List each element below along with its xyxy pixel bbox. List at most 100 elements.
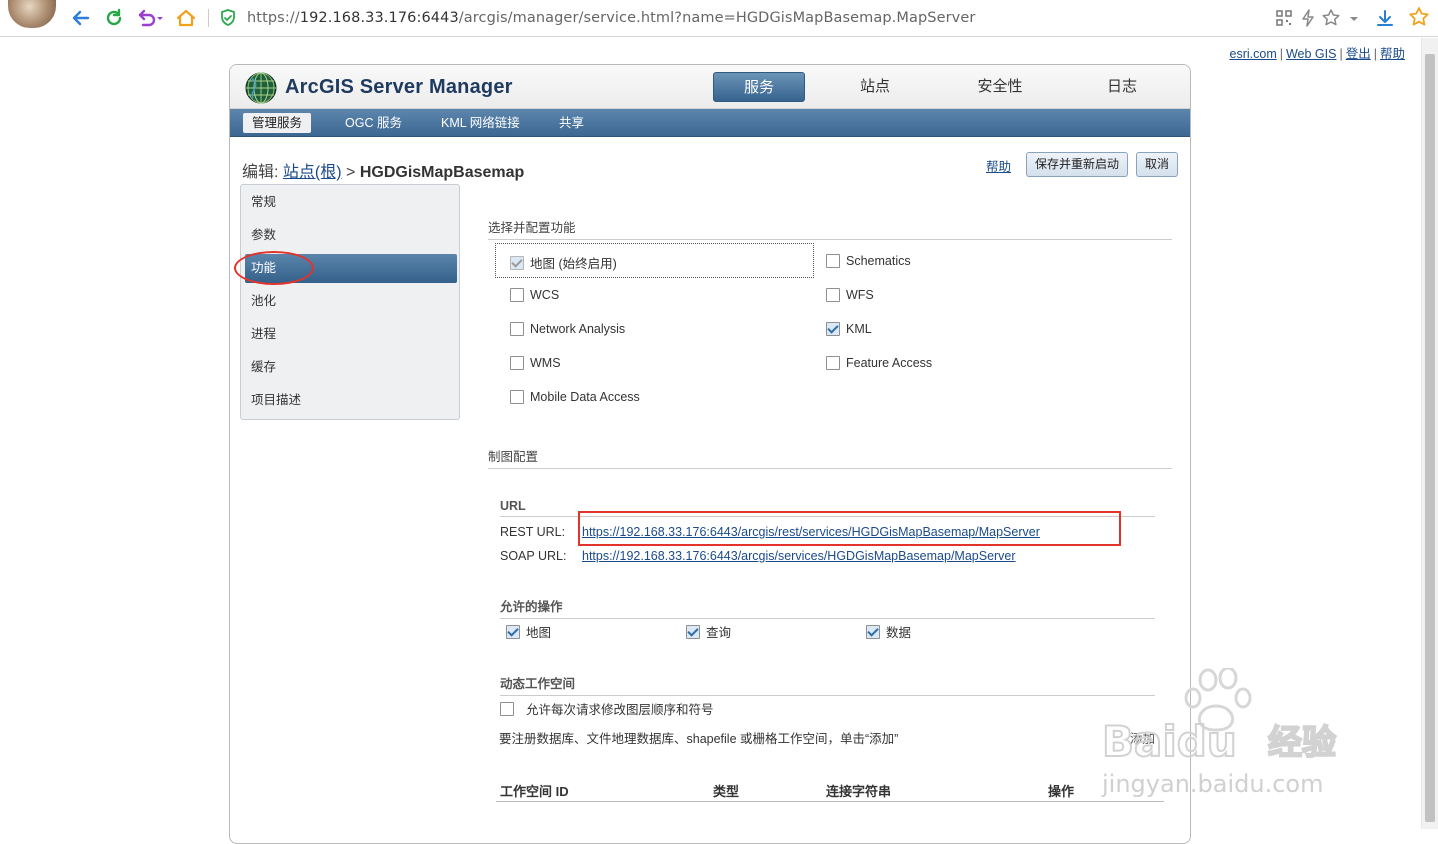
capability-wms[interactable]: WMS — [510, 355, 561, 370]
dynamic-workspace-option[interactable]: 允许每次请求修改图层顺序和符号 — [500, 699, 714, 718]
service-settings-menu: 常规 参数 功能 池化 进程 缓存 项目描述 — [240, 184, 460, 420]
address-bar[interactable]: https://192.168.33.176:6443/arcgis/manag… — [247, 10, 975, 26]
checkbox[interactable] — [686, 624, 700, 639]
rest-url-label: REST URL: — [500, 525, 566, 539]
capability-feature-access[interactable]: Feature Access — [826, 355, 932, 370]
menu-item-pooling[interactable]: 池化 — [245, 287, 457, 316]
column-header-actions[interactable]: 操作 — [1048, 781, 1074, 800]
capability-wcs[interactable]: WCS — [510, 287, 559, 302]
checkbox[interactable] — [826, 253, 840, 268]
capability-label: Mobile Data Access — [530, 389, 640, 404]
checkbox[interactable] — [506, 624, 520, 639]
save-restart-button[interactable]: 保存并重新启动 — [1026, 152, 1129, 177]
checkbox[interactable] — [510, 355, 524, 370]
highlight-ellipse — [234, 251, 314, 285]
dynamic-workspace-note: 要注册数据库、文件地理数据库、shapefile 或栅格工作空间，单击“添加” — [499, 732, 899, 746]
capability-schematics[interactable]: Schematics — [826, 253, 911, 268]
back-arrow-icon[interactable] — [70, 7, 92, 29]
divider — [208, 9, 209, 27]
edit-prefix: 编辑: — [242, 164, 279, 181]
download-icon[interactable] — [1375, 8, 1395, 28]
menu-item-item-description[interactable]: 项目描述 — [245, 386, 457, 415]
capability-label: Schematics — [846, 253, 911, 268]
dynamic-workspace-label: 允许每次请求修改图层顺序和符号 — [526, 703, 714, 717]
app-title: ArcGIS Server Manager — [285, 76, 513, 98]
capability-label: WCS — [530, 287, 560, 302]
tab-services[interactable]: 服务 — [713, 72, 805, 102]
capability-kml[interactable]: KML — [826, 321, 872, 336]
subtab-kml-links[interactable]: KML 网络链接 — [432, 113, 529, 133]
esri-link[interactable]: esri.com — [1230, 47, 1277, 61]
column-header-workspace-id[interactable]: 工作空间 ID — [500, 781, 569, 800]
operation-map[interactable]: 地图 — [506, 622, 551, 641]
checkbox[interactable] — [510, 321, 524, 336]
soap-url-row: SOAP URL: https://192.168.33.176:6443/ar… — [500, 549, 1016, 563]
table-header-divider — [496, 801, 1164, 802]
capability-wfs[interactable]: WFS — [826, 287, 874, 302]
checkbox[interactable] — [510, 389, 524, 404]
subtab-sharing[interactable]: 共享 — [550, 113, 593, 133]
tab-logs[interactable]: 日志 — [1087, 72, 1157, 102]
column-header-type[interactable]: 类型 — [713, 781, 739, 800]
webgis-link[interactable]: Web GIS — [1286, 47, 1336, 61]
operation-label: 地图 — [526, 626, 552, 640]
favorite-star-icon[interactable] — [1408, 6, 1430, 28]
breadcrumb-root-link[interactable]: 站点(根) — [283, 164, 342, 181]
checkbox[interactable] — [826, 355, 840, 370]
checkbox[interactable] — [826, 287, 840, 302]
checkbox[interactable] — [500, 701, 514, 716]
operation-label: 查询 — [706, 626, 732, 640]
refresh-icon[interactable] — [103, 7, 125, 29]
page-title: 编辑: 站点(根) > HGDGisMapBasemap — [242, 158, 524, 182]
capability-mobile-data-access[interactable]: Mobile Data Access — [510, 389, 640, 404]
cancel-button[interactable]: 取消 — [1136, 152, 1179, 177]
url-host: 192.168.33.176:6443 — [299, 10, 459, 26]
url-prefix: https:// — [247, 10, 300, 26]
menu-item-general[interactable]: 常规 — [245, 188, 457, 217]
capability-label: WMS — [530, 355, 561, 370]
tab-security[interactable]: 安全性 — [960, 72, 1040, 102]
checkbox[interactable] — [510, 287, 524, 302]
help-link[interactable]: 帮助 — [986, 156, 1011, 175]
tab-site[interactable]: 站点 — [840, 72, 910, 102]
home-icon[interactable] — [175, 7, 197, 29]
app-header: ArcGIS Server Manager 服务 站点 安全性 日志 — [230, 65, 1190, 109]
column-header-connection-string[interactable]: 连接字符串 — [826, 781, 891, 800]
menu-item-processes[interactable]: 进程 — [245, 320, 457, 349]
checkbox[interactable] — [510, 255, 524, 270]
menu-item-parameters[interactable]: 参数 — [245, 221, 457, 250]
add-workspace-button[interactable]: 添加 — [1130, 728, 1155, 747]
operation-query[interactable]: 查询 — [686, 622, 731, 641]
soap-url-link[interactable]: https://192.168.33.176:6443/arcgis/servi… — [582, 549, 1016, 563]
qr-code-icon[interactable] — [1274, 8, 1294, 28]
capability-label: KML — [846, 321, 872, 336]
breadcrumb-arrow: > — [346, 164, 356, 181]
user-avatar[interactable] — [8, 0, 56, 28]
checkbox[interactable] — [826, 321, 840, 336]
sub-navigation: 管理服务 OGC 服务 KML 网络链接 共享 — [230, 109, 1190, 137]
lightning-icon[interactable] — [1298, 8, 1318, 28]
manager-frame: ArcGIS Server Manager 服务 站点 安全性 日志 管理服务 … — [229, 64, 1191, 844]
shield-check-icon[interactable] — [220, 9, 236, 27]
scrollbar-thumb[interactable] — [1425, 54, 1435, 822]
capabilities-heading: 选择并配置功能 — [488, 217, 1172, 240]
rest-url-row: REST URL: https://192.168.33.176:6443/ar… — [500, 525, 1040, 539]
subtab-manage-services[interactable]: 管理服务 — [243, 113, 312, 133]
star-outline-icon[interactable] — [1321, 8, 1341, 28]
soap-url-label: SOAP URL: — [500, 549, 567, 563]
vertical-scrollbar[interactable] — [1421, 38, 1438, 829]
help-link-top[interactable]: 帮助 — [1380, 47, 1405, 61]
capability-label: 地图 (始终启用) — [530, 257, 617, 271]
chevron-down-icon[interactable] — [1348, 8, 1360, 28]
operation-data[interactable]: 数据 — [866, 622, 911, 641]
capability-network-analysis[interactable]: Network Analysis — [510, 321, 625, 336]
capability-map[interactable]: 地图 (始终启用) — [510, 253, 617, 272]
separator: | — [1339, 47, 1343, 61]
menu-item-caching[interactable]: 缓存 — [245, 353, 457, 382]
checkbox[interactable] — [866, 624, 880, 639]
allowed-operations-heading: 允许的操作 — [500, 596, 1155, 619]
subtab-ogc-services[interactable]: OGC 服务 — [336, 113, 411, 133]
separator: | — [1279, 47, 1283, 61]
logout-link[interactable]: 登出 — [1346, 47, 1371, 61]
undo-icon[interactable] — [135, 7, 165, 29]
